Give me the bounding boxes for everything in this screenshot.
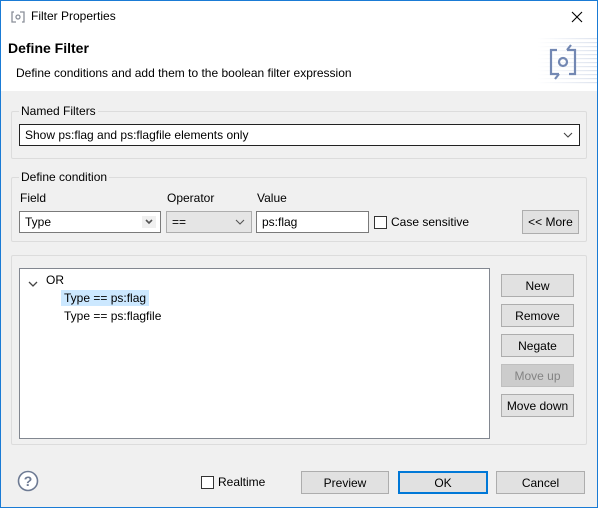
tree-node-or[interactable]: OR [43, 272, 67, 288]
title-bar: Filter Properties [1, 1, 597, 32]
expand-chevron-icon[interactable] [28, 277, 38, 291]
case-sensitive-checkbox[interactable]: Case sensitive [374, 215, 469, 229]
ok-button[interactable]: OK [398, 471, 488, 494]
cancel-button[interactable]: Cancel [496, 471, 585, 494]
named-filters-label: Named Filters [19, 104, 98, 118]
expression-tree[interactable]: OR Type == ps:flag Type == ps:flagfile [19, 268, 490, 439]
define-condition-label: Define condition [19, 170, 110, 184]
named-filters-select[interactable]: Show ps:flag and ps:flagfile elements on… [19, 124, 580, 146]
move-down-button[interactable]: Move down [501, 394, 574, 417]
remove-button[interactable]: Remove [501, 304, 574, 327]
named-filters-value: Show ps:flag and ps:flagfile elements on… [25, 128, 249, 142]
operator-label: Operator [167, 191, 215, 205]
chevron-down-icon [142, 216, 156, 228]
dialog-header: Define Filter Define conditions and add … [1, 32, 597, 91]
case-sensitive-label: Case sensitive [391, 215, 470, 229]
field-label: Field [20, 191, 47, 205]
close-button[interactable] [557, 1, 597, 32]
svg-text:?: ? [24, 473, 33, 489]
preview-button[interactable]: Preview [301, 471, 389, 494]
field-select-value: Type [25, 215, 52, 229]
operator-select[interactable]: == [166, 211, 252, 233]
named-filters-group: Named Filters Show ps:flag and ps:flagfi… [11, 104, 587, 159]
help-icon[interactable]: ? [17, 470, 39, 495]
realtime-label: Realtime [218, 475, 266, 489]
filter-banner-icon [537, 34, 597, 88]
window-title: Filter Properties [31, 9, 116, 23]
tree-node-condition[interactable]: Type == ps:flag [61, 290, 150, 306]
filter-properties-icon [10, 9, 26, 25]
close-icon [571, 11, 583, 22]
field-select[interactable]: Type [19, 211, 161, 233]
header-description: Define conditions and add them to the bo… [16, 66, 352, 80]
move-up-button[interactable]: Move up [501, 364, 574, 387]
tree-node-condition[interactable]: Type == ps:flagfile [61, 308, 164, 324]
case-sensitive-checkbox-box[interactable] [374, 215, 387, 229]
filter-properties-dialog: Filter Properties Define Filter Define c… [0, 0, 598, 508]
realtime-checkbox-box[interactable] [201, 475, 214, 489]
more-button[interactable]: << More [522, 210, 579, 234]
chevron-down-icon [563, 132, 573, 138]
value-input[interactable]: ps:flag [256, 211, 369, 233]
header-title: Define Filter [8, 40, 89, 56]
negate-button[interactable]: Negate [501, 334, 574, 357]
operator-select-value: == [172, 215, 187, 229]
realtime-checkbox[interactable]: Realtime [201, 475, 265, 489]
value-label: Value [257, 191, 287, 205]
new-button[interactable]: New [501, 274, 574, 297]
chevron-down-icon [235, 219, 245, 225]
